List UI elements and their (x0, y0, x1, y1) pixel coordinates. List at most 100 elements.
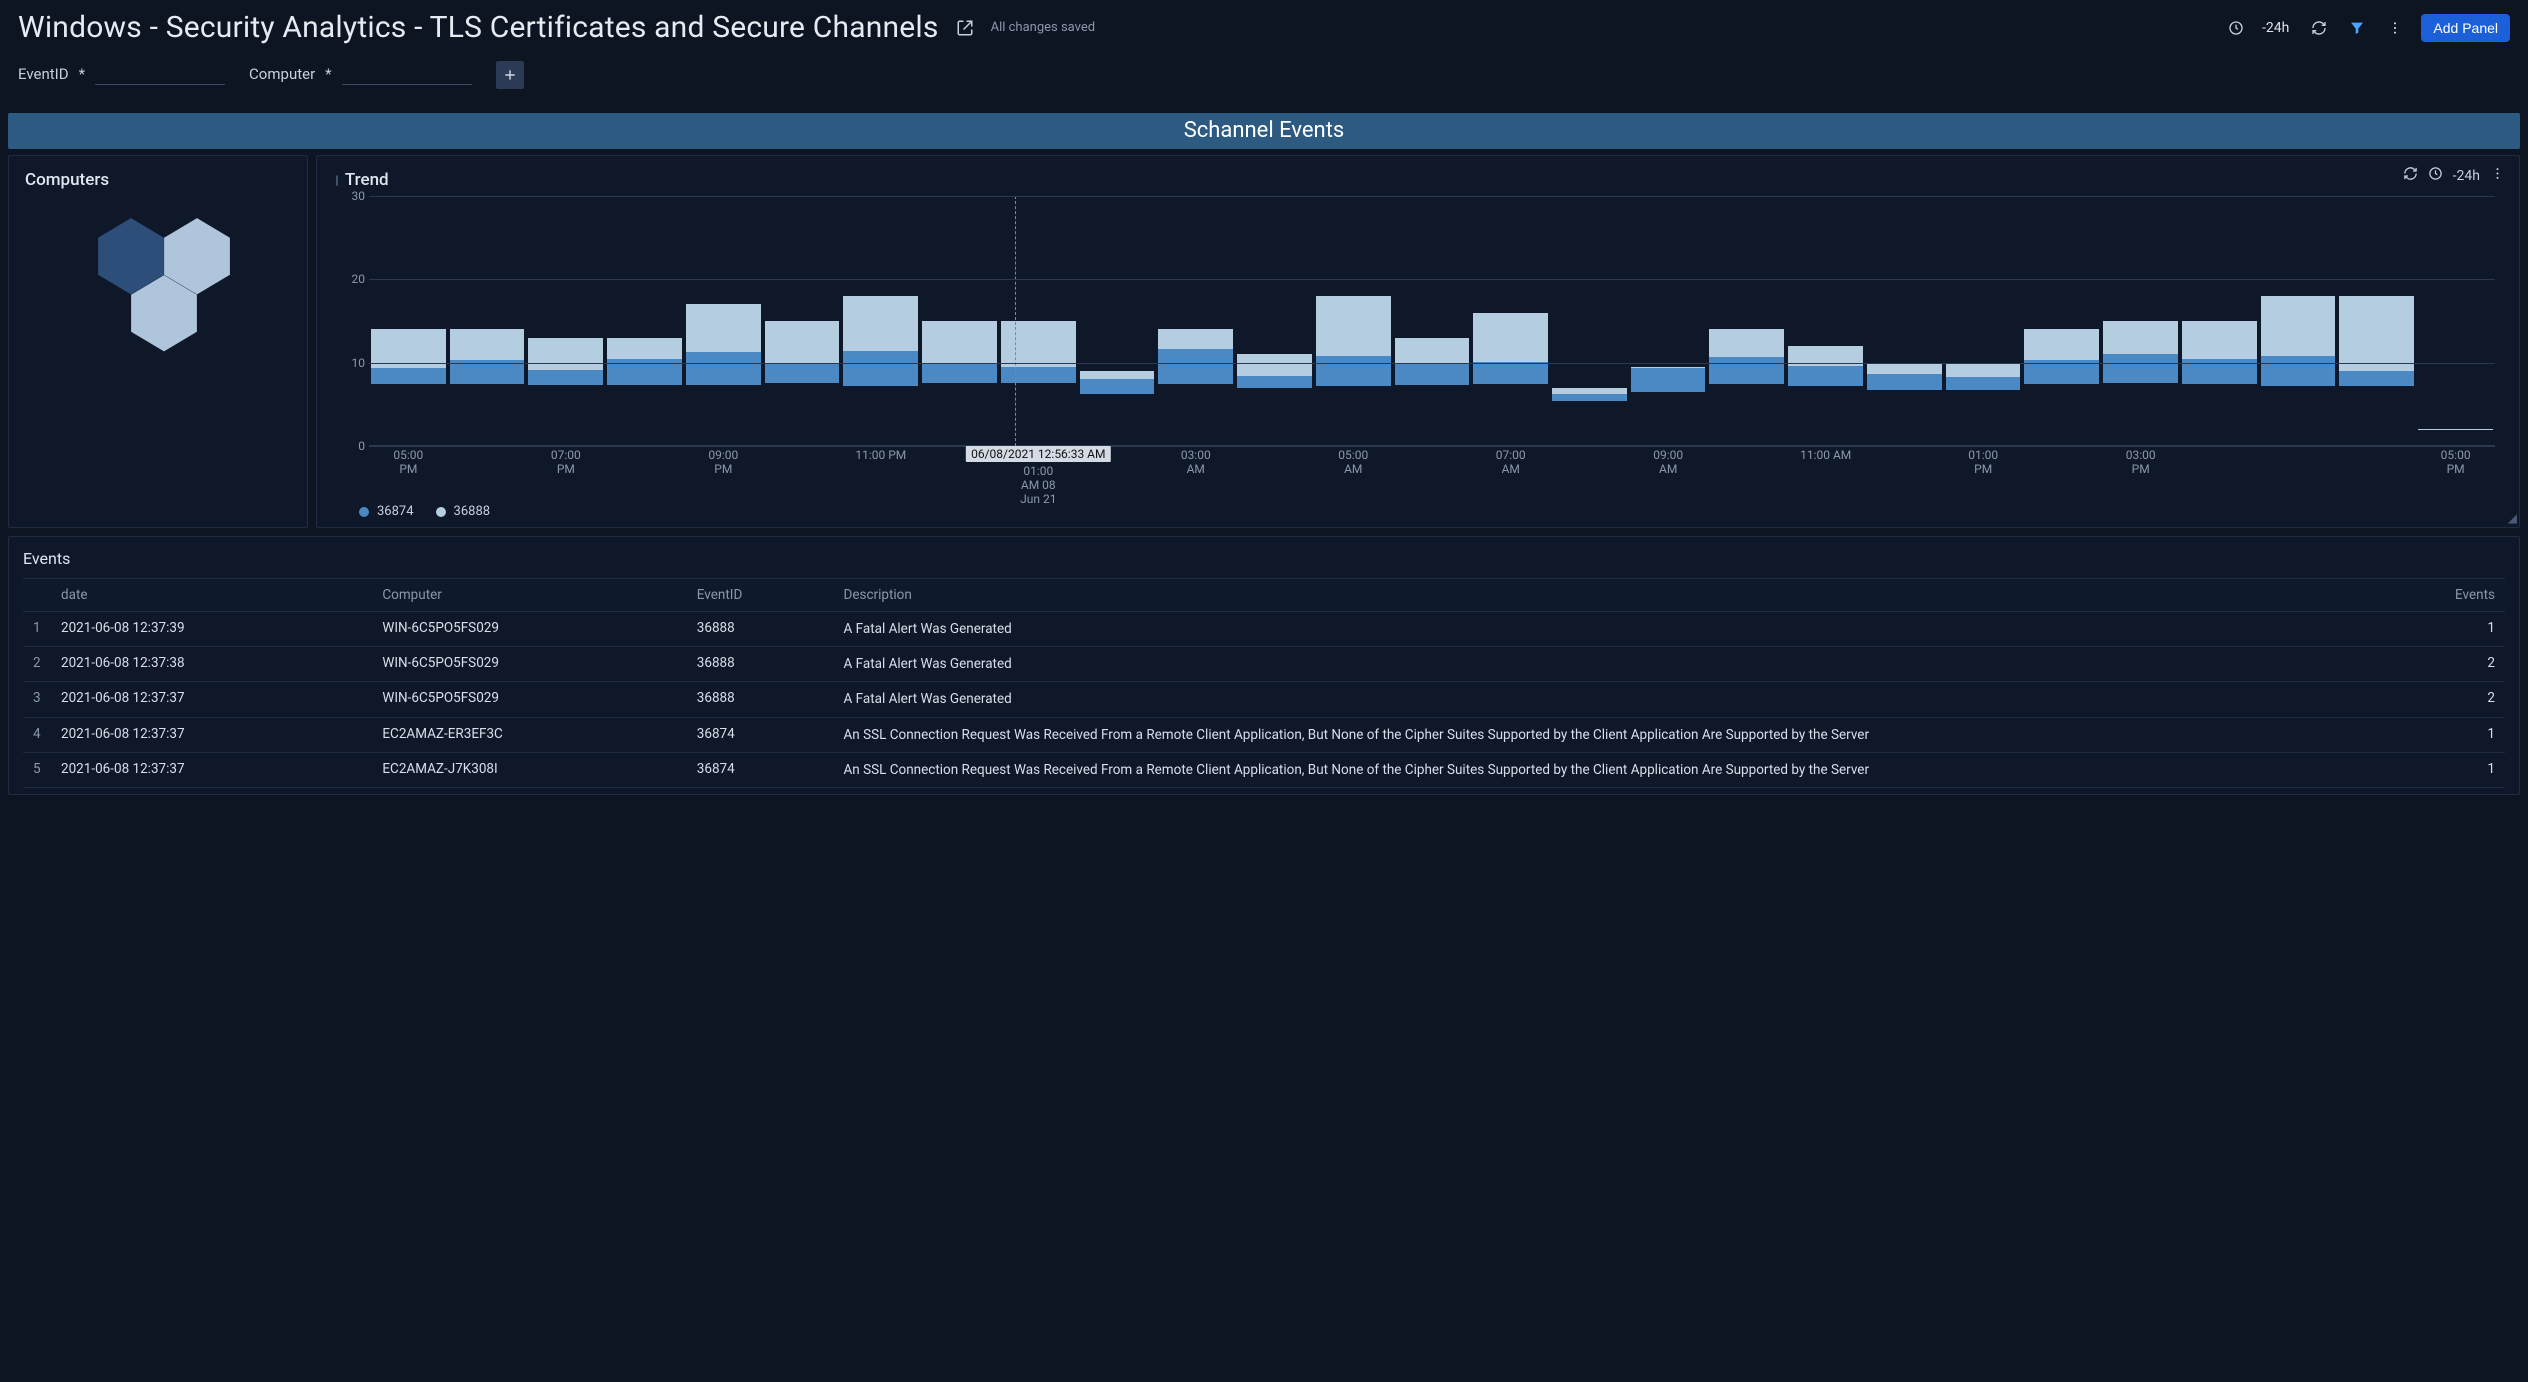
col-eventid[interactable]: EventID (687, 579, 834, 612)
bar[interactable] (2418, 196, 2493, 446)
trend-legend: 36874 36888 (335, 496, 2501, 519)
legend-item[interactable]: 36874 (359, 504, 414, 519)
cell-events: 2 (2445, 682, 2505, 717)
col-description[interactable]: Description (833, 579, 2445, 612)
bar[interactable] (1395, 196, 1470, 446)
x-tick: 05:00AM (1338, 448, 1368, 476)
bar[interactable] (371, 196, 446, 446)
trend-panel: || Trend -24h 0102030 05:00PM07:00PM09:0… (316, 155, 2520, 528)
filter-computer-input[interactable] (342, 64, 472, 85)
x-tick: 11:00 PM (855, 448, 906, 462)
filter-icon[interactable] (2345, 16, 2369, 40)
y-tick: 30 (352, 189, 366, 203)
table-row[interactable]: 52021-06-08 12:37:37EC2AMAZ-J7K308I36874… (23, 752, 2505, 787)
bar[interactable] (2339, 196, 2414, 446)
row-index: 2 (23, 647, 51, 682)
filter-eventid: EventID * (18, 64, 225, 89)
x-tick: 01:00AM 08Jun 21 (1020, 464, 1056, 506)
events-table: date Computer EventID Description Events… (23, 578, 2505, 788)
cell-computer: WIN-6C5PO5FS029 (372, 682, 686, 717)
x-tick: 05:00PM (2441, 448, 2471, 476)
bar[interactable] (528, 196, 603, 446)
filter-bar: EventID * Computer * (0, 51, 2528, 107)
drag-handle-icon[interactable]: || (335, 173, 337, 187)
clock-icon[interactable] (2428, 166, 2443, 185)
filter-eventid-input[interactable] (95, 64, 225, 85)
bar[interactable] (843, 196, 918, 446)
table-row[interactable]: 12021-06-08 12:37:39WIN-6C5PO5FS02936888… (23, 612, 2505, 647)
section-banner: Schannel Events (8, 113, 2520, 149)
bar[interactable] (1867, 196, 1942, 446)
row-index: 3 (23, 682, 51, 717)
cell-eventid: 36874 (687, 717, 834, 752)
bar[interactable] (1237, 196, 1312, 446)
bar[interactable] (607, 196, 682, 446)
add-filter-button[interactable] (496, 61, 524, 89)
computers-panel: Computers (8, 155, 308, 528)
bar[interactable] (2182, 196, 2257, 446)
kebab-menu-icon[interactable] (2383, 16, 2407, 40)
x-tick: 03:00PM (2126, 448, 2156, 476)
panel-row: Computers || Trend -24h (0, 155, 2528, 536)
cell-eventid: 36888 (687, 612, 834, 647)
cell-computer: WIN-6C5PO5FS029 (372, 612, 686, 647)
kebab-menu-icon[interactable] (2490, 166, 2505, 185)
trend-time-range[interactable]: -24h (2453, 168, 2480, 184)
bar[interactable] (922, 196, 997, 446)
col-date[interactable]: date (51, 579, 372, 612)
saved-status: All changes saved (991, 20, 1096, 35)
computers-panel-title: Computers (25, 170, 291, 190)
bar[interactable] (1631, 196, 1706, 446)
bar[interactable] (1788, 196, 1863, 446)
table-row[interactable]: 32021-06-08 12:37:37WIN-6C5PO5FS02936888… (23, 682, 2505, 717)
trend-chart[interactable]: 0102030 05:00PM07:00PM09:00PM11:00 PM06/… (335, 196, 2501, 496)
table-row[interactable]: 42021-06-08 12:37:37EC2AMAZ-ER3EF3C36874… (23, 717, 2505, 752)
bar[interactable] (1316, 196, 1391, 446)
cell-date: 2021-06-08 12:37:37 (51, 752, 372, 787)
cell-description: A Fatal Alert Was Generated (833, 682, 2445, 717)
bar[interactable] (1946, 196, 2021, 446)
bar[interactable] (1080, 196, 1155, 446)
share-icon[interactable] (953, 16, 977, 40)
bar[interactable] (686, 196, 761, 446)
clock-icon[interactable] (2224, 16, 2248, 40)
x-tick: 01:00PM (1968, 448, 1998, 476)
legend-item[interactable]: 36888 (436, 504, 491, 519)
bar[interactable] (2261, 196, 2336, 446)
bar[interactable] (450, 196, 525, 446)
cell-eventid: 36888 (687, 647, 834, 682)
bar[interactable] (1158, 196, 1233, 446)
resize-handle-icon[interactable]: ◢ (2508, 511, 2517, 525)
y-tick: 20 (352, 272, 366, 286)
refresh-icon[interactable] (2307, 16, 2331, 40)
cell-description: A Fatal Alert Was Generated (833, 647, 2445, 682)
time-range-selector[interactable]: -24h (2262, 20, 2289, 36)
bar[interactable] (2024, 196, 2099, 446)
y-tick: 10 (352, 356, 366, 370)
add-panel-button[interactable]: Add Panel (2421, 14, 2510, 42)
bar[interactable] (1001, 196, 1076, 446)
bar[interactable] (2103, 196, 2178, 446)
bar[interactable] (765, 196, 840, 446)
bar[interactable] (1473, 196, 1548, 446)
cell-description: A Fatal Alert Was Generated (833, 612, 2445, 647)
table-row[interactable]: 22021-06-08 12:37:38WIN-6C5PO5FS02936888… (23, 647, 2505, 682)
cell-computer: EC2AMAZ-J7K308I (372, 752, 686, 787)
x-tick: 11:00 AM (1800, 448, 1851, 462)
row-index: 4 (23, 717, 51, 752)
col-events[interactable]: Events (2445, 579, 2505, 612)
filter-eventid-label: EventID (18, 65, 69, 83)
bar[interactable] (1552, 196, 1627, 446)
row-index: 1 (23, 612, 51, 647)
swatch-icon (359, 507, 369, 517)
col-computer[interactable]: Computer (372, 579, 686, 612)
cell-eventid: 36874 (687, 752, 834, 787)
x-tick: 07:00AM (1496, 448, 1526, 476)
refresh-icon[interactable] (2403, 166, 2418, 185)
filter-computer-wildcard: * (325, 65, 331, 83)
bar[interactable] (1709, 196, 1784, 446)
x-tick: 09:00PM (708, 448, 738, 476)
hex-chart[interactable] (58, 216, 258, 376)
y-tick: 0 (358, 439, 365, 453)
table-header-row: date Computer EventID Description Events (23, 579, 2505, 612)
